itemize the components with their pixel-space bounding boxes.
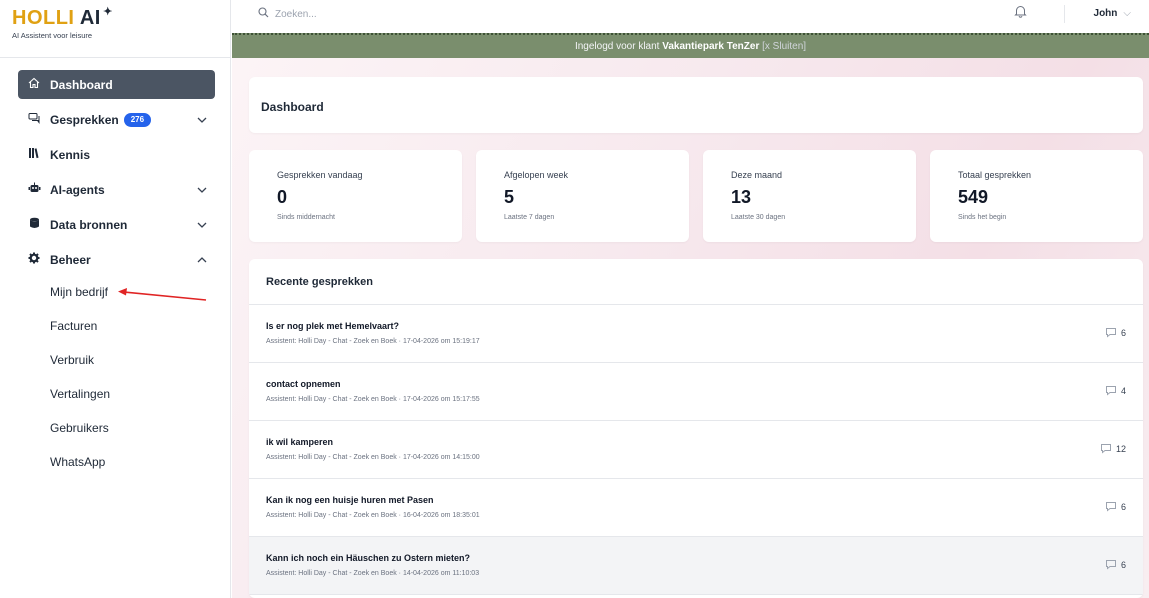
stat-value: 13 (731, 187, 752, 207)
annotation-arrow (118, 288, 207, 301)
message-count: 6 (1105, 501, 1126, 512)
comment-icon (1100, 444, 1111, 454)
conversation-row[interactable]: Kan ik nog een huisje huren met Pasen As… (249, 479, 1143, 537)
page-title: Dashboard (261, 100, 324, 114)
client-name: Vakantiepark TenZer (662, 41, 760, 52)
sidebar-subitem-vertalingen[interactable]: Vertalingen (50, 387, 110, 401)
bell-icon[interactable] (1014, 4, 1027, 23)
conversation-row[interactable]: contact opnemen Assistent: Holli Day - C… (249, 363, 1143, 421)
comment-icon (1105, 386, 1116, 396)
search-bar[interactable]: Zoeken... (258, 7, 317, 21)
message-count: 6 (1105, 559, 1126, 570)
stat-card-today: Gesprekken vandaag 0 Sinds middernacht (249, 150, 462, 242)
section-title: Recente gesprekken (266, 276, 373, 288)
stat-card-month: Deze maand 13 Laatste 30 dagen (703, 150, 916, 242)
stat-card-week: Afgelopen week 5 Laatste 7 dagen (476, 150, 689, 242)
dashboard-header-card: Dashboard (249, 77, 1143, 133)
stat-value: 0 (277, 187, 288, 207)
sidebar-subitem-facturen[interactable]: Facturen (50, 319, 97, 333)
stat-card-total: Totaal gesprekken 549 Sinds het begin (930, 150, 1143, 242)
user-name: John (1093, 8, 1118, 19)
comment-icon (1105, 560, 1116, 570)
stat-value: 5 (504, 187, 515, 207)
recent-conversations-card: Recente gesprekken Is er nog plek met He… (249, 259, 1143, 598)
message-count: 4 (1105, 385, 1126, 396)
conversation-row[interactable]: ik wil kamperen Assistent: Holli Day - C… (249, 421, 1143, 479)
chevron-down-icon: ⌵ (1123, 8, 1131, 19)
topbar-divider (1064, 5, 1065, 23)
search-icon (258, 7, 269, 21)
sidebar-subitem-verbruik[interactable]: Verbruik (50, 353, 94, 367)
sidebar-subitem-whatsapp[interactable]: WhatsApp (50, 455, 105, 469)
message-count: 6 (1105, 327, 1126, 338)
impersonation-banner: Ingelogd voor klant Vakantiepark TenZer … (232, 33, 1149, 58)
stat-value: 549 (958, 187, 989, 207)
conversation-row[interactable]: Kann ich noch ein Häuschen zu Ostern mie… (249, 537, 1143, 595)
conversation-row[interactable]: Is er nog plek met Hemelvaart? Assistent… (249, 305, 1143, 363)
user-menu[interactable]: John ⌵ (1094, 8, 1131, 19)
search-input[interactable]: Zoeken... (275, 9, 317, 20)
comment-icon (1105, 502, 1116, 512)
comment-icon (1105, 328, 1116, 338)
main-content: Dashboard Gesprekken vandaag 0 Sinds mid… (232, 58, 1149, 598)
topbar: Zoeken... John ⌵ (232, 0, 1149, 30)
message-count: 12 (1100, 443, 1126, 454)
sidebar-subitem-gebruikers[interactable]: Gebruikers (50, 421, 109, 435)
close-impersonation-link[interactable]: [x Sluiten] (762, 41, 806, 52)
